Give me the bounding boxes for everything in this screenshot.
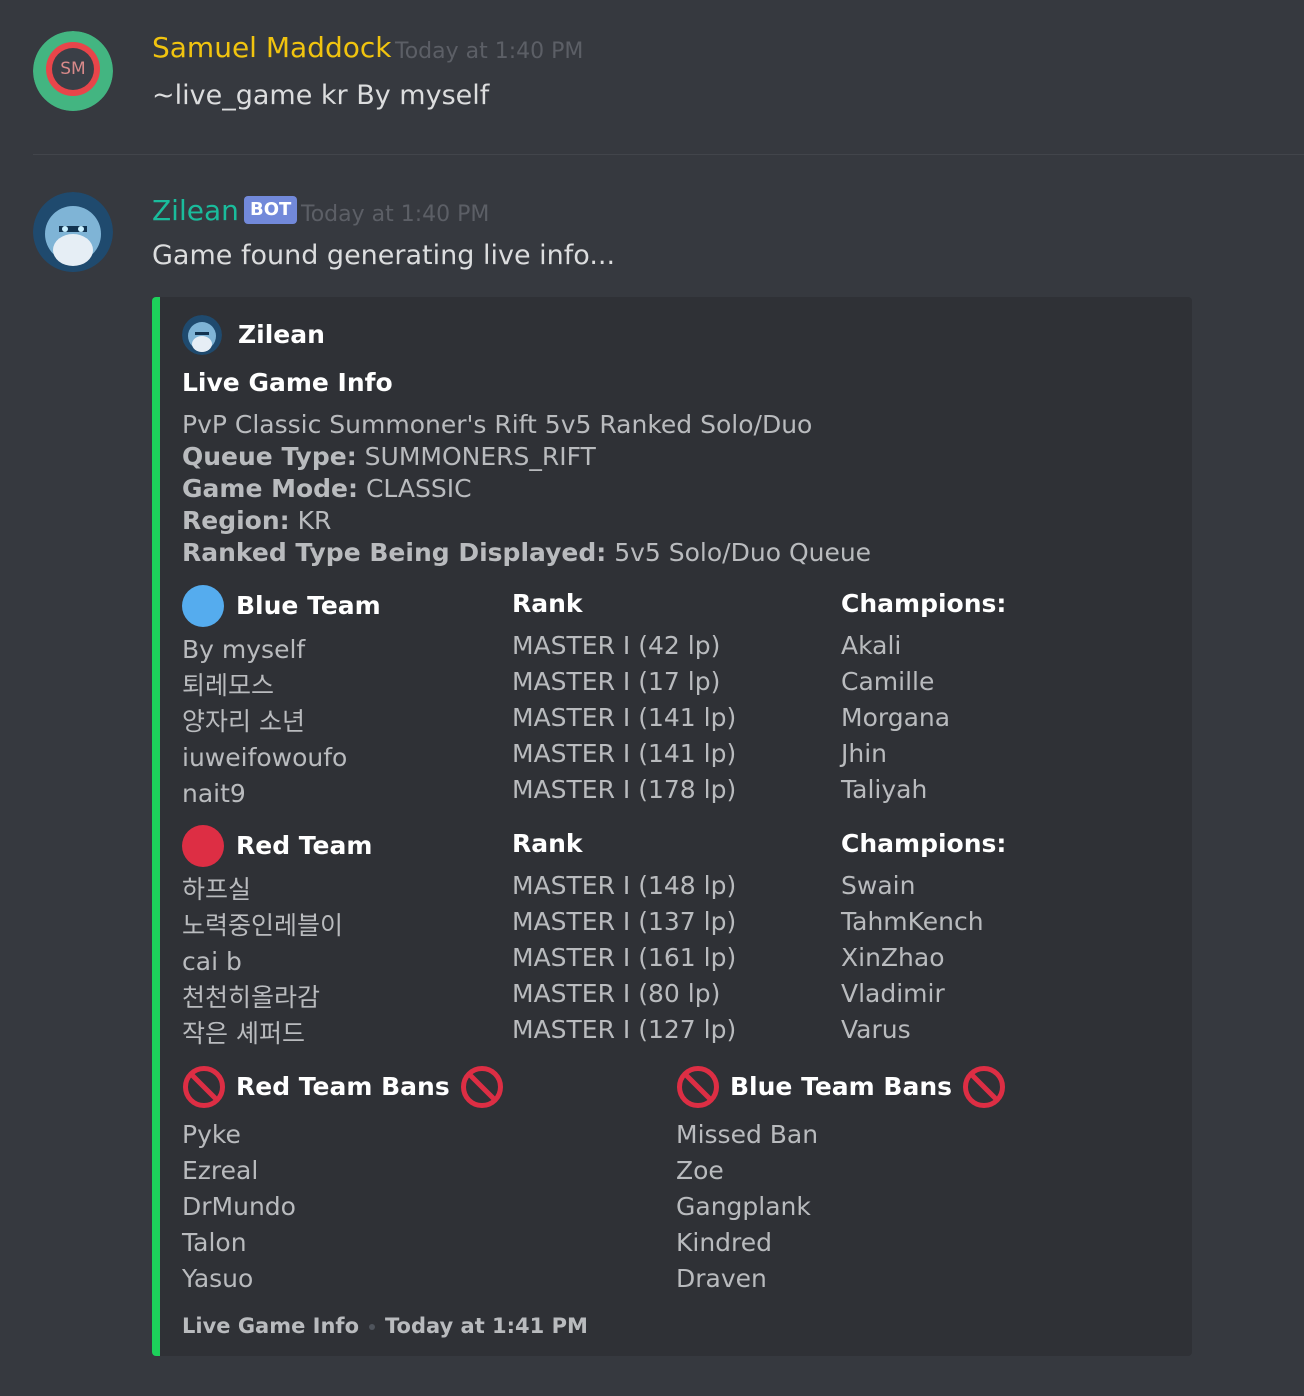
- username-zilean[interactable]: Zilean: [152, 193, 239, 229]
- ban-champion: Missed Ban: [676, 1120, 819, 1149]
- field-title: Blue Team Bans: [730, 1072, 952, 1101]
- rank-value: MASTER I (80 lp): [512, 979, 721, 1008]
- player-name: cai b: [182, 947, 242, 976]
- champion-name: Morgana: [841, 703, 951, 732]
- detail-region: Region: KR: [182, 506, 332, 535]
- rank-value: MASTER I (148 lp): [512, 871, 737, 900]
- message-samuel: SM Samuel Maddock Today at 1:40 PM ~live…: [0, 0, 1304, 155]
- player-name: 작은 셰퍼드: [182, 1019, 305, 1048]
- player-name: 양자리 소년: [182, 707, 305, 736]
- field-title: Red Team: [236, 831, 373, 860]
- no-entry-sign-icon: [460, 1065, 504, 1109]
- embed-description: PvP Classic Summoner's Rift 5v5 Ranked S…: [182, 409, 871, 569]
- ban-champion: Pyke: [182, 1120, 241, 1149]
- ban-champion: Kindred: [676, 1228, 773, 1257]
- embed-author-icon: [182, 315, 222, 355]
- rank-value: MASTER I (178 lp): [512, 775, 737, 804]
- field-title: Blue Team: [236, 591, 381, 620]
- ban-champion: Ezreal: [182, 1156, 259, 1185]
- timestamp: Today at 1:40 PM: [395, 39, 584, 64]
- no-entry-sign-icon: [962, 1065, 1006, 1109]
- timestamp: Today at 1:40 PM: [301, 202, 490, 227]
- detail-game-mode: Game Mode: CLASSIC: [182, 474, 472, 503]
- footer-separator: [369, 1324, 375, 1330]
- message-content: Game found generating live info...: [152, 240, 616, 271]
- field-title: Rank: [512, 589, 583, 618]
- rank-value: MASTER I (161 lp): [512, 943, 737, 972]
- field-red-champions: Champions: Swain TahmKench XinZhao Vladi…: [841, 826, 1006, 1048]
- rank-value: MASTER I (42 lp): [512, 631, 721, 660]
- field-blue-bans: Blue Team Bans Missed Ban Zoe Gangplank …: [676, 1063, 1006, 1297]
- avatar-zilean[interactable]: [33, 192, 113, 272]
- red-circle-icon: [182, 825, 224, 867]
- player-name: 하프실: [182, 875, 252, 904]
- no-entry-sign-icon: [676, 1065, 720, 1109]
- champion-name: Taliyah: [841, 775, 928, 804]
- field-blue-champions: Champions: Akali Camille Morgana Jhin Ta…: [841, 586, 1006, 808]
- champion-name: Camille: [841, 667, 935, 696]
- rank-value: MASTER I (127 lp): [512, 1015, 737, 1044]
- champion-name: Jhin: [841, 739, 888, 768]
- rank-value: MASTER I (141 lp): [512, 703, 737, 732]
- field-title: Rank: [512, 829, 583, 858]
- detail-queue-type: Queue Type: SUMMONERS_RIFT: [182, 442, 596, 471]
- field-red-bans: Red Team Bans Pyke Ezreal DrMundo Talon …: [182, 1063, 504, 1297]
- bot-tag: BOT: [244, 196, 298, 224]
- avatar-samuel[interactable]: SM: [33, 31, 113, 111]
- player-name: By myself: [182, 635, 306, 664]
- ban-champion: Draven: [676, 1264, 767, 1293]
- champion-name: TahmKench: [841, 907, 984, 936]
- ban-champion: Yasuo: [182, 1264, 254, 1293]
- ban-champion: DrMundo: [182, 1192, 296, 1221]
- player-name: iuweifowoufo: [182, 743, 348, 772]
- field-red-team: Red Team 하프실 노력중인레블이 cai b 천천히올라감 작은 셰퍼드: [182, 824, 372, 1052]
- player-name: 퇴레모스: [182, 671, 275, 700]
- field-blue-rank: Rank MASTER I (42 lp) MASTER I (17 lp) M…: [512, 586, 736, 808]
- player-name: nait9: [182, 779, 246, 808]
- rank-value: MASTER I (141 lp): [512, 739, 737, 768]
- embed-footer: Live Game Info Today at 1:41 PM: [182, 1311, 588, 1341]
- champion-name: Varus: [841, 1015, 911, 1044]
- champion-name: Vladimir: [841, 979, 945, 1008]
- player-name: 노력중인레블이: [182, 911, 344, 940]
- game-type-line: PvP Classic Summoner's Rift 5v5 Ranked S…: [182, 410, 813, 439]
- live-game-embed: Zilean Live Game Info PvP Classic Summon…: [152, 297, 1192, 1356]
- ban-champion: Talon: [182, 1228, 247, 1257]
- champion-name: Akali: [841, 631, 902, 660]
- detail-ranked-type: Ranked Type Being Displayed: 5v5 Solo/Du…: [182, 538, 872, 567]
- field-red-rank: Rank MASTER I (148 lp) MASTER I (137 lp)…: [512, 826, 736, 1048]
- champion-name: XinZhao: [841, 943, 945, 972]
- embed-author-name[interactable]: Zilean: [238, 315, 325, 355]
- no-entry-sign-icon: [182, 1065, 226, 1109]
- field-blue-team: Blue Team By myself 퇴레모스 양자리 소년 iuweifow…: [182, 584, 381, 812]
- rank-value: MASTER I (17 lp): [512, 667, 721, 696]
- message-content: ~live_game kr By myself: [152, 80, 490, 111]
- footer-timestamp: Today at 1:41 PM: [385, 1314, 588, 1338]
- blue-circle-icon: [182, 585, 224, 627]
- champion-name: Swain: [841, 871, 916, 900]
- player-name: 천천히올라감: [182, 983, 321, 1012]
- ban-champion: Gangplank: [676, 1192, 811, 1221]
- rank-value: MASTER I (137 lp): [512, 907, 737, 936]
- embed-title: Live Game Info: [182, 368, 393, 397]
- field-title: Red Team Bans: [236, 1072, 450, 1101]
- field-title: Champions:: [841, 829, 1007, 858]
- footer-text: Live Game Info: [182, 1314, 359, 1338]
- ban-champion: Zoe: [676, 1156, 724, 1185]
- username-samuel[interactable]: Samuel Maddock: [152, 30, 391, 66]
- field-title: Champions:: [841, 589, 1007, 618]
- avatar-initials: SM: [60, 59, 86, 79]
